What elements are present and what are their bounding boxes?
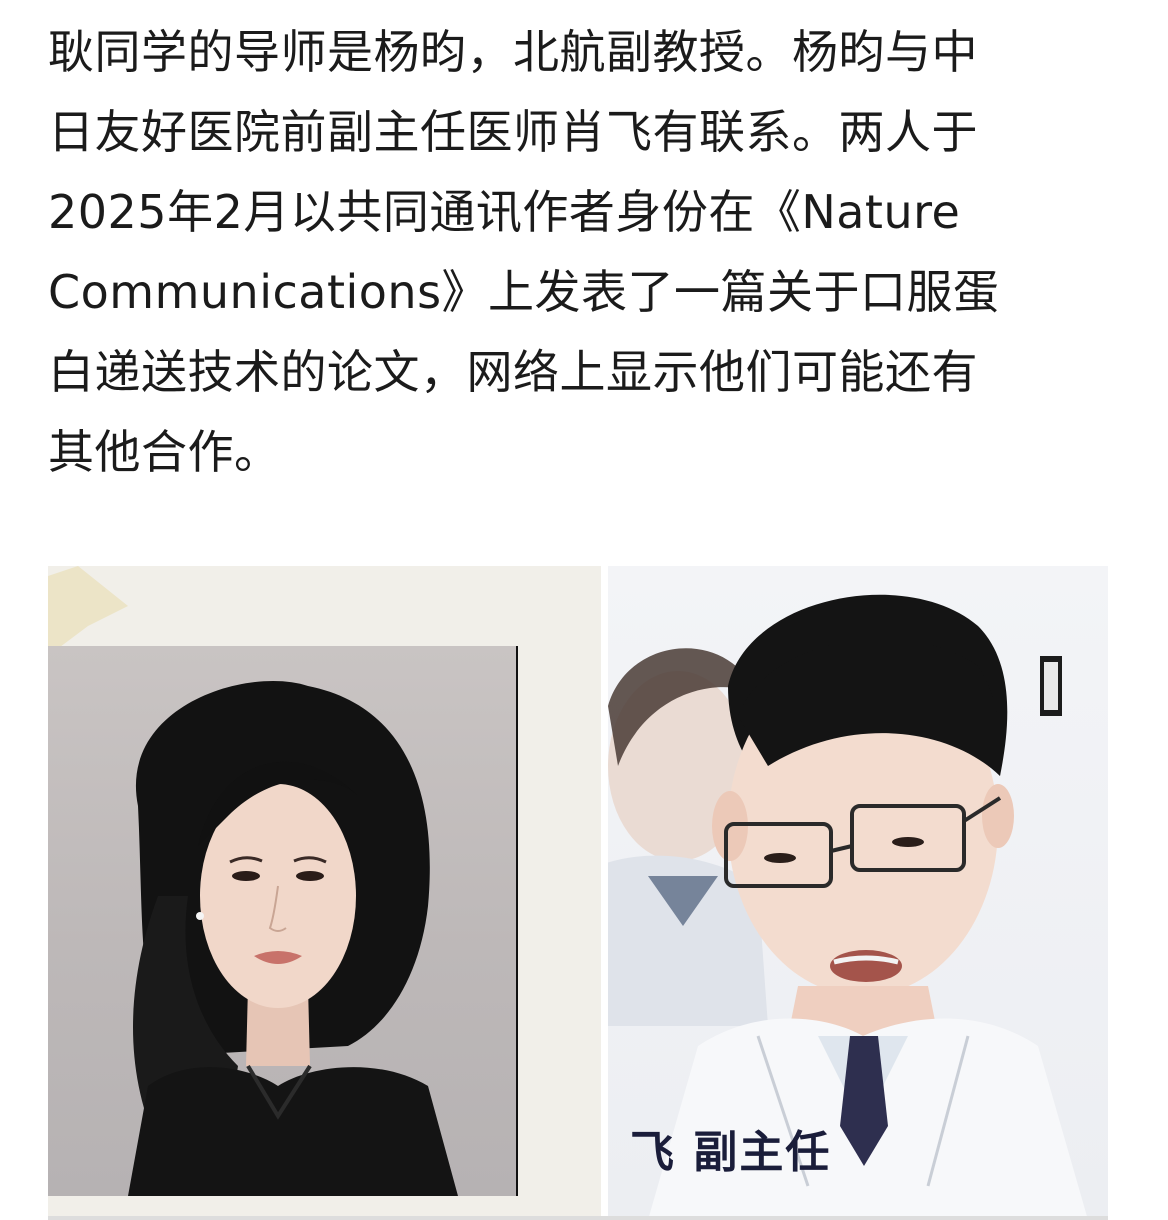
article-line: Communications》上发表了一篇关于口服蛋	[48, 265, 1000, 319]
article-line: 耿同学的导师是杨昀，北航副教授。杨昀与中	[48, 25, 978, 79]
divider	[48, 1216, 1108, 1220]
portrait-background	[48, 646, 518, 1196]
article-line: 其他合作。	[48, 425, 281, 479]
article-line: 日友好医院前副主任医师肖飞有联系。两人于	[48, 105, 978, 159]
photo-woman[interactable]	[48, 566, 601, 1220]
portrait-figure	[128, 681, 458, 1196]
photo-man[interactable]: 飞 副主任	[608, 566, 1108, 1220]
article-line: 2025年2月以共同通讯作者身份在《Nature	[48, 185, 961, 239]
article-paragraph: 耿同学的导师是杨昀，北航副教授。杨昀与中 日友好医院前副主任医师肖飞有联系。两人…	[48, 12, 1128, 492]
article-line: 白递送技术的论文，网络上显示他们可能还有	[48, 345, 978, 399]
video-caption: 飞 副主任	[630, 1127, 832, 1178]
